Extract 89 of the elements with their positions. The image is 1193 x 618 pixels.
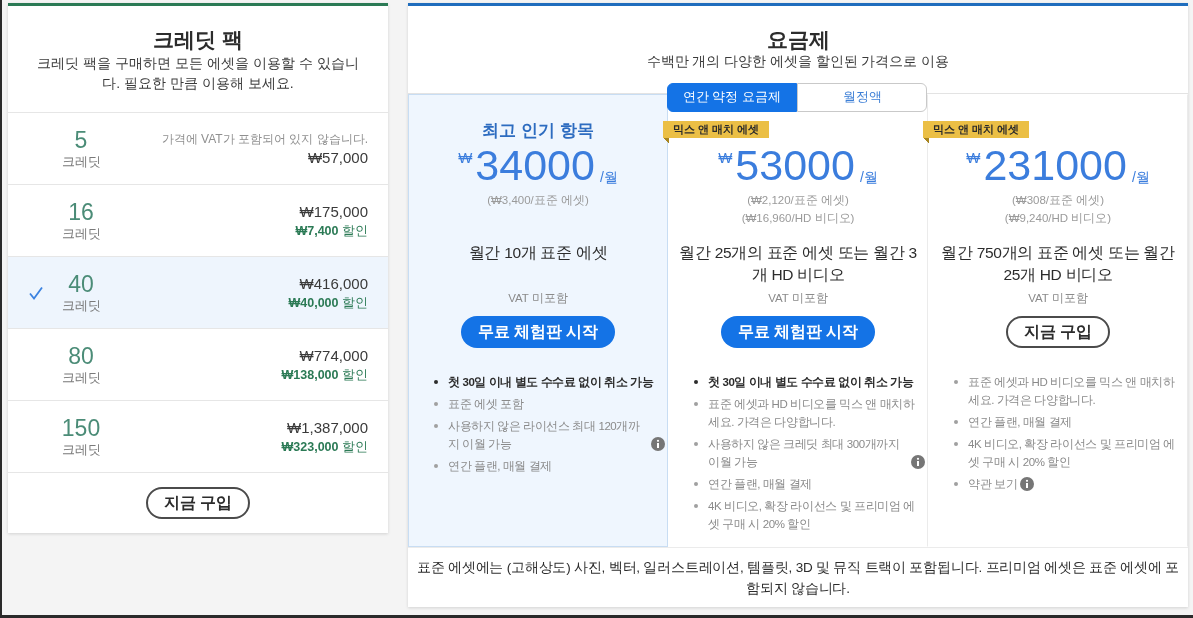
bullet-icon bbox=[434, 402, 438, 406]
credit-unit: 크레딧 bbox=[61, 224, 101, 243]
bullet-icon bbox=[434, 424, 438, 428]
discount-text: ₩323,000 할인 bbox=[281, 438, 368, 456]
info-icon[interactable] bbox=[651, 437, 665, 451]
vat-note: 가격에 VAT가 포함되어 있지 않습니다. bbox=[161, 130, 368, 148]
vat-note: VAT 미포함 bbox=[767, 291, 829, 306]
credit-unit: 크레딧 bbox=[61, 152, 101, 171]
feature-text: 연간 플랜, 매월 결제 bbox=[968, 415, 1072, 430]
credit-pack-option[interactable]: 16 크레딧 ₩175,000 ₩7,400 할인 bbox=[8, 185, 388, 257]
footnote-text: 표준 에셋에는 (고해상도) 사진, 벡터, 일러스트레이션, 템플릿, 3D 및 뮤직 트랙이 포함됩니다. 프리미엄 에셋은 표준 에셋에 포함되지 않습니다. bbox=[415, 559, 1181, 598]
pack-price: ₩57,000 bbox=[307, 147, 368, 168]
credit-count: 5 bbox=[74, 126, 88, 153]
credit-pack-option[interactable]: 80 크레딧 ₩774,000 ₩138,000 할인 bbox=[8, 329, 388, 401]
feature-text: 4K 비디오, 확장 라이선스 및 프리미엄 에셋 구매 시 20% 할인 bbox=[968, 437, 1176, 470]
bullet-icon bbox=[954, 420, 958, 424]
feature-text: 연간 플랜, 매월 결제 bbox=[448, 459, 552, 474]
pack-price: ₩416,000 bbox=[299, 273, 368, 294]
discount-text: ₩138,000 할인 bbox=[281, 366, 368, 384]
price-amount: 231000 bbox=[983, 142, 1127, 188]
bullet-icon bbox=[954, 380, 958, 384]
price-amount: 34000 bbox=[475, 142, 595, 188]
credit-count: 80 bbox=[68, 342, 94, 369]
free-trial-button[interactable]: 무료 체험판 시작 bbox=[720, 316, 876, 348]
bullet-icon bbox=[954, 442, 958, 446]
credit-unit: 크레딧 bbox=[61, 296, 101, 315]
bullet-icon bbox=[694, 442, 698, 446]
bullet-icon bbox=[954, 482, 958, 486]
free-trial-button[interactable]: 무료 체험판 시작 bbox=[460, 316, 616, 348]
billing-tab[interactable]: 연간 약정 요금제 bbox=[667, 83, 797, 112]
unit-price: (₩16,960/HD 비디오) bbox=[741, 211, 855, 226]
panel-title: 요금제 bbox=[765, 28, 831, 52]
feature-text: 표준 에셋과 HD 비디오를 믹스 앤 매치하세요. 가격은 다양합니다. bbox=[708, 397, 916, 430]
credit-pack-option[interactable]: 150 크레딧 ₩1,387,000 ₩323,000 할인 bbox=[8, 401, 388, 473]
panel-title: 크레딧 팩 bbox=[152, 28, 244, 52]
feature-text: 사용하지 않은 라이선스 최대 120개까지 이월 가능 bbox=[448, 419, 641, 452]
bullet-icon bbox=[434, 380, 438, 384]
credit-unit: 크레딧 bbox=[61, 440, 101, 459]
pack-price: ₩774,000 bbox=[299, 345, 368, 366]
bullet-icon bbox=[434, 464, 438, 468]
credit-pack-option[interactable]: 40 크레딧 ₩416,000 ₩40,000 할인 bbox=[8, 257, 388, 329]
credit-pack-option[interactable]: 5 크레딧 가격에 VAT가 포함되어 있지 않습니다. ₩57,000 bbox=[8, 113, 388, 185]
plan-description: 월간 25개의 표준 에셋 또는 월간 3개 HD 비디오 bbox=[678, 243, 918, 285]
credit-unit: 크레딧 bbox=[61, 368, 101, 387]
feature-text: 사용하지 않은 크레딧 최대 300개까지 이월 가능 bbox=[708, 437, 901, 470]
plan-description: 월간 10개 표준 에셋 bbox=[467, 243, 609, 263]
unit-price: (₩9,240/HD 비디오) bbox=[1004, 211, 1112, 226]
price-amount: 53000 bbox=[735, 142, 855, 188]
credit-count: 16 bbox=[68, 198, 94, 225]
bullet-icon bbox=[694, 380, 698, 384]
feature-text: 첫 30일 이내 별도 수수료 없이 취소 가능 bbox=[708, 375, 914, 390]
feature-text: 4K 비디오, 확장 라이선스 및 프리미엄 에셋 구매 시 20% 할인 bbox=[708, 499, 916, 532]
pack-price: ₩1,387,000 bbox=[287, 417, 368, 438]
ribbon-badge: 믹스 앤 매치 에셋 bbox=[923, 121, 1030, 143]
info-icon[interactable] bbox=[911, 455, 925, 469]
price-period: /월 bbox=[859, 170, 878, 184]
pack-price: ₩175,000 bbox=[299, 201, 368, 222]
bullet-icon bbox=[694, 504, 698, 508]
plan-headline: 최고 인기 항목 bbox=[482, 120, 594, 142]
discount-text: ₩40,000 할인 bbox=[288, 294, 368, 312]
buy-now-button[interactable]: 지금 구입 bbox=[145, 487, 251, 519]
plan-description: 월간 750개의 표준 에셋 또는 월간 25개 HD 비디오 bbox=[940, 243, 1176, 285]
discount-text: ₩7,400 할인 bbox=[295, 222, 368, 240]
feature-text: 연간 플랜, 매월 결제 bbox=[708, 477, 812, 492]
currency-symbol: ₩ bbox=[966, 150, 981, 168]
currency-symbol: ₩ bbox=[458, 150, 473, 168]
bullet-icon bbox=[694, 482, 698, 486]
bullet-icon bbox=[694, 402, 698, 406]
unit-price: (₩2,120/표준 에셋) bbox=[747, 193, 849, 208]
billing-tab[interactable]: 월정액 bbox=[797, 83, 927, 112]
price-period: /월 bbox=[599, 170, 618, 184]
check-icon bbox=[29, 285, 43, 300]
unit-price: (₩3,400/표준 에셋) bbox=[487, 193, 589, 208]
feature-text: 표준 에셋 포함 bbox=[448, 397, 524, 412]
info-icon[interactable] bbox=[1020, 477, 1035, 491]
price-period: /월 bbox=[1131, 170, 1150, 184]
panel-subtitle: 크레딧 팩을 구매하면 모든 에셋을 이용할 수 있습니다. 필요한 만큼 이용해 보세요. bbox=[36, 54, 360, 93]
vat-note: VAT 미포함 bbox=[1027, 291, 1089, 306]
vat-note: VAT 미포함 bbox=[507, 291, 569, 306]
feature-text: 표준 에셋과 HD 비디오를 믹스 앤 매치하세요. 가격은 다양합니다. bbox=[968, 375, 1176, 408]
unit-price: (₩308/표준 에셋) bbox=[1011, 193, 1105, 208]
ribbon-badge: 믹스 앤 매치 에셋 bbox=[663, 121, 770, 143]
credit-count: 40 bbox=[68, 270, 94, 297]
feature-text: 약관 보기 bbox=[968, 477, 1018, 492]
currency-symbol: ₩ bbox=[718, 150, 733, 168]
panel-subtitle: 수백만 개의 다양한 에셋을 할인된 가격으로 이용 bbox=[645, 53, 951, 71]
feature-text: 첫 30일 이내 별도 수수료 없이 취소 가능 bbox=[448, 375, 654, 390]
credit-count: 150 bbox=[61, 414, 101, 441]
buy-now-button[interactable]: 지금 구입 bbox=[1005, 316, 1111, 348]
